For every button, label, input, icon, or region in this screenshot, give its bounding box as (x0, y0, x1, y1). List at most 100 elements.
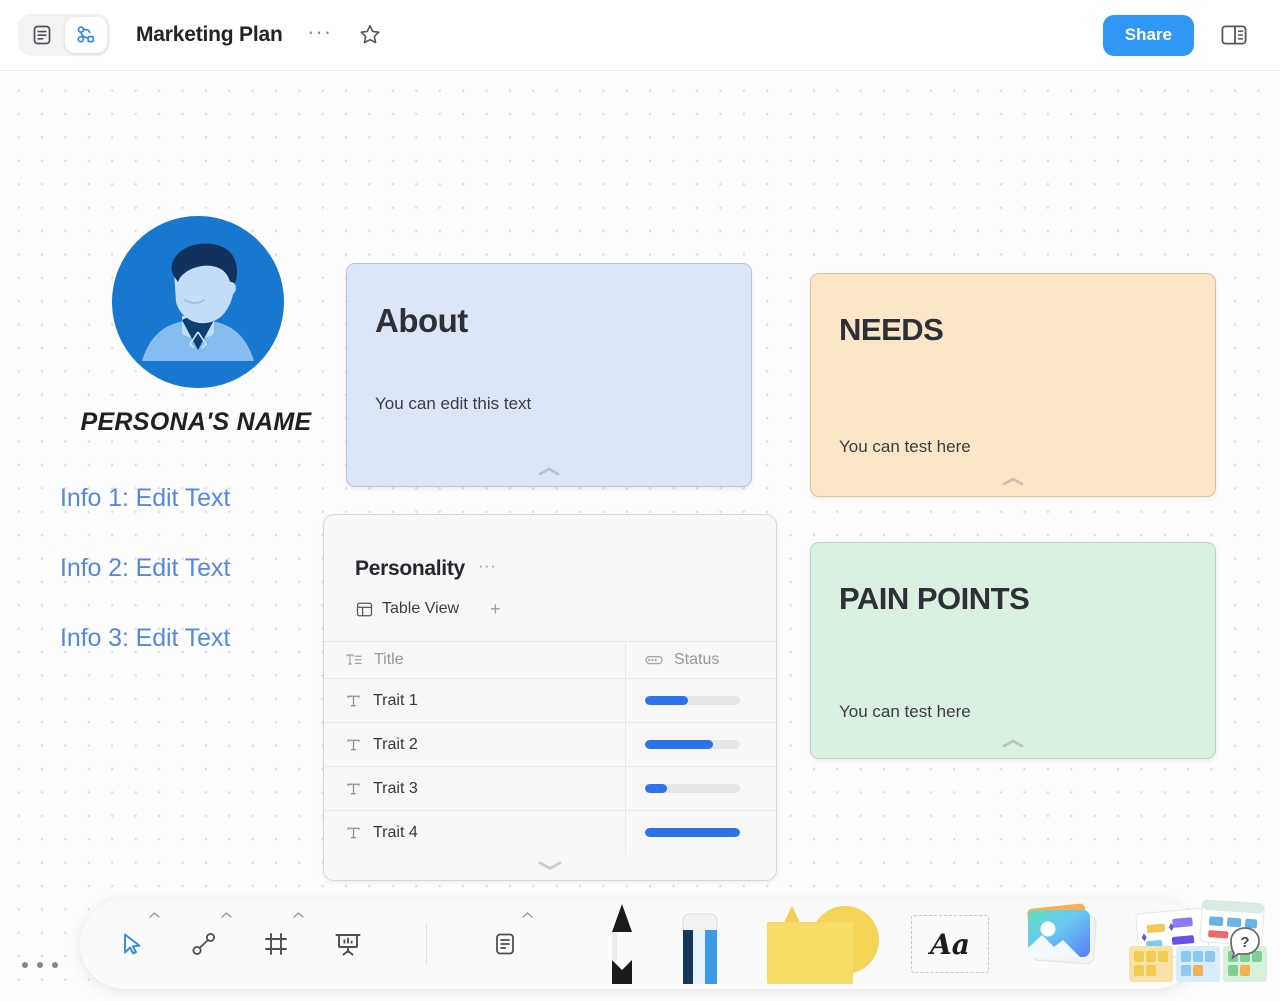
card-pain-points-title: PAIN POINTS (839, 581, 1030, 616)
table-row[interactable]: Trait 1 (324, 678, 776, 722)
table-view-icon (356, 602, 373, 616)
right-sidebar-icon (1221, 25, 1247, 45)
text-cell-icon (347, 783, 360, 794)
column-header-status-label: Status (674, 651, 720, 668)
persona-info-3[interactable]: Info 3: Edit Text (60, 624, 230, 653)
connector-icon (192, 933, 215, 955)
corner-dot (22, 962, 28, 968)
row-title-cell[interactable]: Trait 3 (324, 767, 626, 810)
page-mode-icon (33, 25, 51, 45)
column-header-title[interactable]: Title (324, 642, 626, 678)
chevron-up-icon[interactable] (292, 911, 305, 919)
column-header-status[interactable]: Status (626, 642, 776, 678)
help-question-mark: ? (1240, 934, 1249, 951)
collapse-chevron-icon[interactable] (1001, 739, 1025, 749)
header-more-button[interactable]: ··· (305, 20, 335, 50)
edgeless-toolbar[interactable]: Aa (80, 899, 1267, 989)
cursor-icon (124, 933, 141, 955)
chevron-up-icon[interactable] (220, 911, 233, 919)
progress-column-icon (645, 655, 663, 665)
text-aa-icon: Aa (911, 915, 989, 973)
row-title-cell[interactable]: Trait 4 (324, 811, 626, 854)
card-needs[interactable]: NEEDS You can test here (810, 273, 1216, 497)
favorite-button[interactable] (357, 22, 383, 48)
tab-table-view-label: Table View (382, 600, 460, 617)
card-about-body[interactable]: You can edit this text (375, 394, 531, 414)
image-tool-button[interactable] (1015, 898, 1107, 989)
frame-tool-button[interactable] (256, 911, 304, 964)
view-mode-switch[interactable] (18, 14, 110, 56)
row-title-text: Trait 4 (373, 823, 418, 841)
persona-info-1[interactable]: Info 1: Edit Text (60, 484, 230, 513)
database-view-bar: Table View + (324, 581, 776, 618)
frame-icon (265, 933, 287, 955)
page-mode-button[interactable] (21, 17, 63, 53)
progress-fill (645, 828, 740, 837)
row-status-cell[interactable] (626, 723, 776, 766)
eraser-tool-button[interactable] (671, 898, 729, 989)
edgeless-mode-button[interactable] (65, 17, 107, 53)
text-cell-icon (347, 827, 360, 838)
card-about-title: About (375, 302, 468, 339)
select-tool-button[interactable] (112, 911, 160, 964)
row-title-cell[interactable]: Trait 1 (324, 679, 626, 722)
star-icon (359, 24, 380, 44)
edgeless-mode-icon (77, 26, 95, 43)
card-pain-points[interactable]: PAIN POINTS You can test here (810, 542, 1216, 759)
text-cell-icon (347, 695, 360, 706)
progress-fill (645, 784, 667, 793)
add-view-button[interactable]: + (490, 600, 501, 618)
persona-name[interactable]: PERSONA'S NAME (46, 408, 346, 437)
row-status-cell[interactable] (626, 767, 776, 810)
canvas-corner-menu[interactable] (22, 962, 58, 968)
avatar[interactable] (112, 216, 284, 388)
row-status-cell[interactable] (626, 811, 776, 854)
card-needs-title: NEEDS (839, 312, 944, 347)
toolbar-divider (426, 924, 427, 964)
tab-table-view[interactable]: Table View (356, 600, 459, 618)
progress-fill (645, 696, 688, 705)
card-about[interactable]: About You can edit this text (346, 263, 752, 487)
pencil-icon (612, 904, 632, 984)
presentation-icon (335, 934, 361, 956)
database-more-button[interactable]: ··· (478, 557, 496, 574)
app-header: Marketing Plan ··· Share (0, 0, 1280, 71)
corner-dot (37, 962, 43, 968)
collapse-chevron-icon[interactable] (537, 860, 563, 871)
text-tool-label: Aa (930, 927, 970, 961)
page-title[interactable]: Marketing Plan (136, 23, 283, 47)
corner-dot (52, 962, 58, 968)
database-header: Personality ··· (324, 515, 776, 581)
table-header-row: Title Status (324, 641, 776, 678)
collapse-chevron-icon[interactable] (1001, 477, 1025, 487)
table-row[interactable]: Trait 3 (324, 766, 776, 810)
card-pain-points-body[interactable]: You can test here (839, 702, 971, 722)
connector-tool-button[interactable] (184, 911, 232, 964)
pen-tool-button[interactable] (595, 898, 649, 989)
persona-info-2[interactable]: Info 2: Edit Text (60, 554, 230, 583)
card-needs-body[interactable]: You can test here (839, 437, 971, 457)
image-icon (1027, 903, 1097, 965)
chevron-up-icon[interactable] (148, 911, 161, 919)
toolbar-media-tools: Aa (525, 899, 1273, 989)
table-row[interactable]: Trait 4 (324, 810, 776, 854)
right-sidebar-toggle[interactable] (1220, 23, 1248, 47)
database-title[interactable]: Personality (355, 557, 465, 581)
text-tool-button[interactable]: Aa (911, 915, 989, 989)
note-tool-button[interactable] (485, 911, 533, 964)
chevron-up-icon[interactable] (521, 911, 534, 919)
row-title-cell[interactable]: Trait 2 (324, 723, 626, 766)
row-title-text: Trait 3 (373, 779, 418, 797)
title-column-icon (346, 654, 362, 665)
edgeless-canvas[interactable]: PERSONA'S NAME Info 1: Edit Text Info 2:… (0, 71, 1280, 1001)
row-title-text: Trait 1 (373, 691, 418, 709)
help-button[interactable]: ? (1228, 925, 1262, 961)
help-icon: ? (1230, 927, 1260, 961)
row-status-cell[interactable] (626, 679, 776, 722)
shape-tool-button[interactable] (753, 898, 883, 989)
share-button[interactable]: Share (1102, 14, 1194, 56)
personality-database-panel[interactable]: Personality ··· Table View + Title Statu… (323, 514, 777, 881)
present-tool-button[interactable] (328, 924, 368, 964)
collapse-chevron-icon[interactable] (537, 467, 561, 477)
table-row[interactable]: Trait 2 (324, 722, 776, 766)
